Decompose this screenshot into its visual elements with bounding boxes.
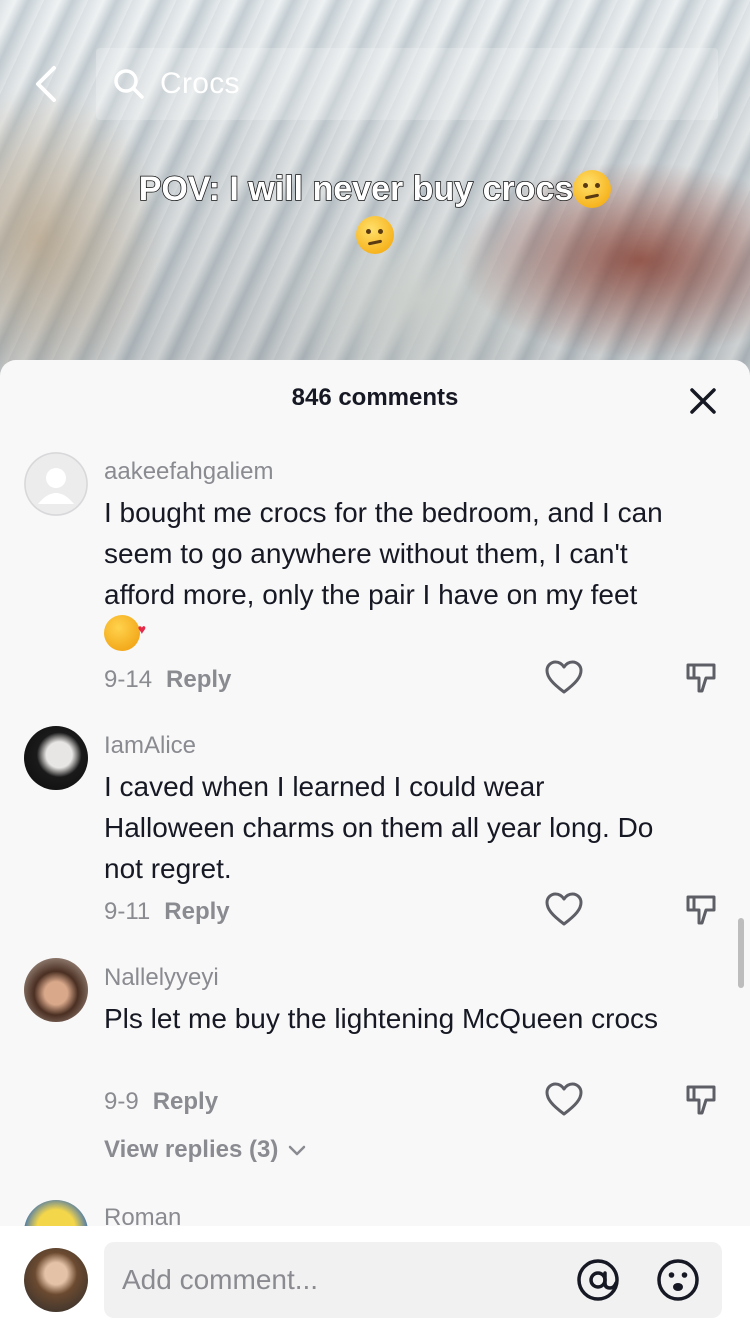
close-icon [690, 388, 716, 414]
avatar[interactable] [24, 1248, 88, 1312]
comment-composer: Add comment... [0, 1226, 750, 1334]
default-avatar-icon [24, 452, 88, 516]
reply-button[interactable]: Reply [153, 1088, 218, 1115]
dislike-icon[interactable] [684, 1082, 720, 1118]
comment-text: I bought me crocs for the bedroom, and I… [104, 492, 664, 656]
comment-date: 9-9 [104, 1088, 139, 1115]
reply-button[interactable]: Reply [164, 898, 229, 925]
dislike-icon[interactable] [684, 892, 720, 928]
mention-icon[interactable] [576, 1258, 620, 1302]
smiling-hearts-emoji-icon [104, 609, 146, 651]
chevron-left-icon [36, 66, 56, 102]
comment-date: 9-11 [104, 898, 151, 925]
video-caption: POV: I will never buy crocs [0, 166, 750, 258]
thinking-emoji-icon [356, 216, 394, 254]
comment-input[interactable]: Add comment... [104, 1242, 722, 1318]
comment-text: I caved when I learned I could wear Hall… [104, 771, 654, 884]
avatar[interactable] [24, 726, 88, 790]
comment-username[interactable]: Nallelyyeyi [104, 964, 219, 992]
back-button[interactable] [30, 62, 66, 106]
search-query: Crocs [160, 67, 240, 100]
heart-icon[interactable] [544, 1080, 584, 1120]
comment-meta: 9-9 Reply [104, 1088, 218, 1116]
comment-body: I bought me crocs for the bedroom, and I… [104, 497, 663, 610]
heart-icon[interactable] [544, 890, 584, 930]
video-caption-text: POV: I will never buy crocs [138, 169, 574, 209]
comment-date: 9-14 [104, 666, 153, 693]
dislike-icon[interactable] [684, 660, 720, 696]
heart-icon[interactable] [544, 658, 584, 698]
search-icon [114, 69, 144, 99]
comment-username[interactable]: aakeefahgaliem [104, 458, 273, 486]
thinking-emoji-icon [573, 170, 612, 208]
scrollbar[interactable] [738, 918, 744, 988]
comment-input-placeholder: Add comment... [122, 1264, 319, 1295]
avatar[interactable] [24, 958, 88, 1022]
comment-meta: 9-14 Reply [104, 666, 231, 694]
comment-text: Pls let me buy the lightening McQueen cr… [104, 1003, 659, 1034]
comment-meta: 9-11 Reply [104, 898, 230, 926]
search-bar[interactable]: Crocs [96, 48, 718, 120]
emoji-icon[interactable] [656, 1258, 700, 1302]
reply-button[interactable]: Reply [166, 666, 231, 693]
comment-item: IamAlice I caved when I learned I could … [0, 726, 750, 926]
view-replies-button[interactable]: View replies (3) [104, 1136, 308, 1164]
comments-sheet: 846 comments aakeefahgaliem I bought me … [0, 360, 750, 1334]
close-button[interactable] [686, 384, 720, 418]
comment-item: Nallelyyeyi Pls let me buy the lightenin… [0, 958, 750, 1178]
comment-item: aakeefahgaliem I bought me crocs for the… [0, 452, 750, 702]
avatar[interactable] [24, 452, 88, 516]
comment-username[interactable]: IamAlice [104, 732, 196, 760]
comments-count-title: 846 comments [291, 384, 459, 411]
chevron-down-icon [289, 1145, 306, 1156]
view-replies-label: View replies (3) [104, 1136, 279, 1163]
